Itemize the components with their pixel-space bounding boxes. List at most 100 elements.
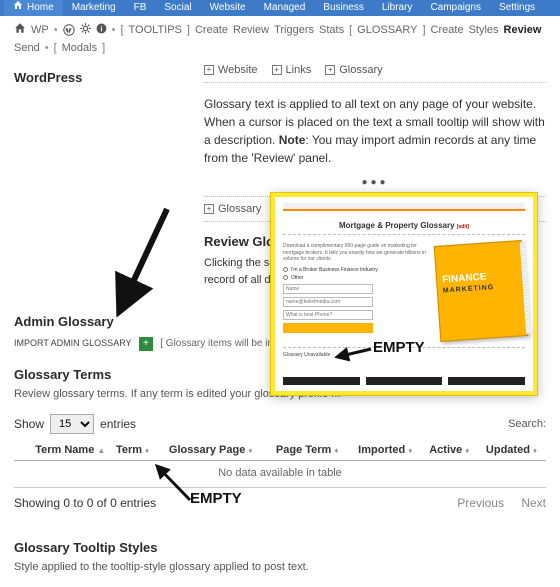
dot-icon: • bbox=[45, 42, 49, 54]
col-glossary-page[interactable]: Glossary Page♦ bbox=[156, 440, 266, 461]
crumb-styles[interactable]: Styles bbox=[469, 24, 499, 36]
nav-social[interactable]: Social bbox=[155, 0, 200, 16]
dot-icon: • bbox=[112, 24, 116, 36]
footer-bar bbox=[283, 377, 360, 385]
tooltip-styles-desc: Style applied to the tooltip-style gloss… bbox=[14, 561, 546, 573]
sort-icon: ♦ bbox=[334, 446, 338, 455]
tab-label: Links bbox=[286, 64, 312, 76]
col-term[interactable]: Term♦ bbox=[109, 440, 156, 461]
empty-annotation: EMPTY bbox=[190, 490, 242, 507]
table-footer: Showing 0 to 0 of 0 entries Previous Nex… bbox=[14, 487, 546, 510]
breadcrumb: WP • i • [ TOOLTIPS ] Create Review Trig… bbox=[0, 16, 560, 60]
show-label: Show bbox=[14, 417, 44, 431]
home-icon[interactable] bbox=[14, 22, 26, 37]
info-icon[interactable]: i bbox=[96, 23, 107, 37]
plus-icon: + bbox=[204, 204, 214, 214]
footer-bar bbox=[448, 377, 525, 385]
radio-broker[interactable]: I'm a Broker Business Finance Industry bbox=[283, 267, 427, 273]
nav-home[interactable]: Home bbox=[4, 0, 63, 16]
import-admin-label: IMPORT ADMIN GLOSSARY bbox=[14, 338, 132, 348]
glossary-table: Term Name▲ Term♦ Glossary Page♦ Page Ter… bbox=[14, 440, 546, 485]
radio-other[interactable]: Other bbox=[283, 275, 427, 281]
tooltip-styles-title: Glossary Tooltip Styles bbox=[14, 540, 546, 555]
overlay-preview: Mortgage & Property Glossary [edit] Down… bbox=[270, 192, 538, 396]
nav-label: Home bbox=[27, 0, 54, 16]
plus-icon: + bbox=[325, 65, 335, 75]
import-admin-button[interactable]: + bbox=[139, 337, 153, 351]
plus-icon: + bbox=[272, 65, 282, 75]
nav-library[interactable]: Library bbox=[373, 0, 422, 16]
bracket-close: ] bbox=[422, 24, 425, 36]
crumb-review[interactable]: Review bbox=[233, 24, 269, 36]
crumb-wp[interactable]: WP bbox=[31, 24, 49, 36]
crumb-tooltips[interactable]: TOOLTIPS bbox=[129, 24, 182, 36]
bracket-open: [ bbox=[120, 24, 123, 36]
next-button[interactable]: Next bbox=[521, 496, 546, 510]
footer-bar bbox=[366, 377, 443, 385]
nav-website[interactable]: Website bbox=[201, 0, 255, 16]
nav-managed[interactable]: Managed bbox=[255, 0, 315, 16]
intro-text: Glossary text is applied to all text on … bbox=[204, 95, 546, 167]
send-button[interactable] bbox=[283, 323, 373, 333]
name-input[interactable] bbox=[283, 284, 373, 294]
tab-glossary[interactable]: + Glossary bbox=[325, 64, 382, 76]
tooltip-styles-section: Glossary Tooltip Styles Style applied to… bbox=[14, 540, 546, 573]
sort-icon: ♦ bbox=[408, 446, 412, 455]
subtab-label: Glossary bbox=[218, 203, 261, 215]
tab-bar: + Website + Links + Glossary bbox=[204, 64, 546, 83]
overlay-form-text: Download a complimentary 650-page guide … bbox=[283, 243, 427, 263]
tab-links[interactable]: + Links bbox=[272, 64, 312, 76]
nav-campaigns[interactable]: Campaigns bbox=[421, 0, 490, 16]
wordpress-icon bbox=[63, 24, 75, 36]
table-info: Showing 0 to 0 of 0 entries bbox=[14, 496, 156, 510]
col-imported[interactable]: Imported♦ bbox=[349, 440, 422, 461]
tab-label: Website bbox=[218, 64, 258, 76]
crumb-modals[interactable]: Modals bbox=[62, 42, 97, 54]
col-active[interactable]: Active♦ bbox=[422, 440, 477, 461]
entries-select[interactable]: 15 bbox=[50, 414, 94, 434]
top-nav: Home Marketing FB Social Website Managed… bbox=[0, 0, 560, 16]
crumb-send[interactable]: Send bbox=[14, 42, 40, 54]
tab-label: Glossary bbox=[339, 64, 382, 76]
nav-marketing[interactable]: Marketing bbox=[63, 0, 125, 16]
note-label: Note bbox=[279, 133, 306, 147]
col-page-term[interactable]: Page Term♦ bbox=[265, 440, 348, 461]
overlay-title: Mortgage & Property Glossary [edit] bbox=[283, 221, 525, 230]
overlay-footer-bars bbox=[283, 377, 525, 385]
radio-icon bbox=[283, 267, 288, 272]
bracket-open: [ bbox=[54, 42, 57, 54]
entries-label: entries bbox=[100, 417, 136, 431]
tab-website[interactable]: + Website bbox=[204, 64, 258, 76]
nav-business[interactable]: Business bbox=[314, 0, 373, 16]
home-icon bbox=[13, 0, 23, 16]
phone-input[interactable] bbox=[283, 310, 373, 320]
crumb-create[interactable]: Create bbox=[195, 24, 228, 36]
sort-icon: ♦ bbox=[248, 446, 252, 455]
table-empty-msg: No data available in table bbox=[14, 460, 546, 485]
crumb-glossary[interactable]: GLOSSARY bbox=[357, 24, 417, 36]
prev-button[interactable]: Previous bbox=[457, 496, 504, 510]
svg-text:i: i bbox=[100, 24, 102, 33]
bracket-close: ] bbox=[102, 42, 105, 54]
crumb-create2[interactable]: Create bbox=[431, 24, 464, 36]
subtab-glossary[interactable]: + Glossary bbox=[204, 203, 261, 215]
crumb-triggers[interactable]: Triggers bbox=[274, 24, 314, 36]
gear-icon[interactable] bbox=[80, 23, 91, 37]
nav-settings[interactable]: Settings bbox=[490, 0, 544, 16]
plus-icon: + bbox=[204, 65, 214, 75]
separator-dots: ●●● bbox=[204, 177, 546, 188]
book-cover-image: FINANCEMARKETING bbox=[434, 240, 528, 342]
col-term-name[interactable]: Term Name▲ bbox=[14, 440, 109, 461]
col-updated[interactable]: Updated♦ bbox=[477, 440, 546, 461]
nav-fb[interactable]: FB bbox=[125, 0, 156, 16]
overlay-form: Download a complimentary 650-page guide … bbox=[283, 243, 427, 339]
table-length-control: Show 15 entries Search: bbox=[14, 414, 546, 434]
crumb-stats[interactable]: Stats bbox=[319, 24, 344, 36]
email-input[interactable] bbox=[283, 297, 373, 307]
empty-annotation: EMPTY bbox=[373, 339, 425, 356]
sort-icon: ▲ bbox=[97, 446, 105, 455]
dot-icon: • bbox=[54, 24, 58, 36]
crumb-review-active[interactable]: Review bbox=[504, 24, 542, 36]
sort-icon: ♦ bbox=[465, 446, 469, 455]
radio-icon bbox=[283, 275, 288, 280]
